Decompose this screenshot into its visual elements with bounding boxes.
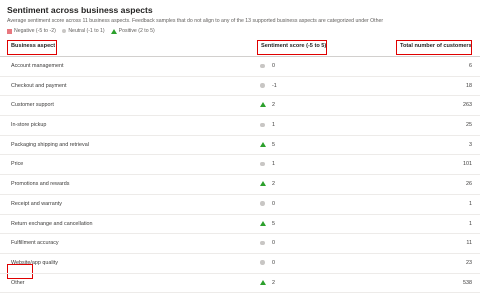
score-cell: 0 <box>272 259 275 266</box>
neutral-dot-icon <box>260 83 265 88</box>
score-cell: 0 <box>272 63 275 69</box>
positive-triangle-icon <box>110 28 117 34</box>
legend: Negative (-5 to -2) Neutral (-1 to 1) Po… <box>7 28 161 34</box>
card-subtitle: Average sentiment score across 11 busine… <box>7 18 384 24</box>
total-cell: 3 <box>469 141 472 148</box>
score-cell: 5 <box>272 220 275 227</box>
aspect-cell: Promotions and rewards <box>11 181 70 188</box>
table-row[interactable]: Return exchange and cancellation 5 1 <box>0 215 480 235</box>
sentiment-indicator <box>260 220 266 226</box>
neutral-dot-icon <box>260 161 265 167</box>
aspect-cell: Receipt and warranty <box>11 200 62 207</box>
sentiment-indicator <box>260 201 265 206</box>
highlight-box-aspect-header <box>7 40 57 55</box>
aspect-cell: Fulfillment accuracy <box>11 240 59 247</box>
total-cell: 1 <box>469 200 472 207</box>
positive-triangle-icon <box>260 181 266 187</box>
legend-positive-label: Positive (2 to 5) <box>118 28 155 34</box>
highlight-box-total-header <box>396 40 472 55</box>
positive-triangle-icon <box>260 220 266 226</box>
table-row[interactable]: Fulfillment accuracy 0 11 <box>0 234 480 254</box>
sentiment-indicator <box>260 181 266 187</box>
legend-negative: Negative (-5 to -2) <box>7 28 56 34</box>
score-cell: 2 <box>272 102 275 109</box>
neutral-dot-icon <box>260 201 265 206</box>
table-row[interactable]: Receipt and warranty 0 1 <box>0 195 480 215</box>
neutral-dot-icon <box>260 63 265 68</box>
score-cell: -1 <box>272 82 277 89</box>
neutral-dot-icon <box>260 240 265 246</box>
total-cell: 101 <box>463 161 472 168</box>
aspect-cell: Account management <box>11 63 64 69</box>
table-row[interactable]: Promotions and rewards 2 26 <box>0 175 480 195</box>
total-cell: 23 <box>466 259 472 266</box>
sentiment-indicator <box>260 122 265 128</box>
legend-neutral: Neutral (-1 to 1) <box>61 28 105 34</box>
score-cell: 0 <box>272 200 275 207</box>
sentiment-indicator <box>260 102 266 108</box>
table-row[interactable]: Checkout and payment -1 18 <box>0 77 480 97</box>
card-title: Sentiment across business aspects <box>7 5 153 15</box>
total-cell: 25 <box>466 122 472 129</box>
table-row[interactable]: Price 1 101 <box>0 155 480 176</box>
sentiment-indicator <box>260 260 265 265</box>
negative-square-icon <box>7 28 12 34</box>
table-row[interactable]: Packaging shipping and retrieval 5 3 <box>0 136 480 156</box>
table-row[interactable]: Account management 0 6 <box>0 57 480 77</box>
sentiment-indicator <box>260 141 266 147</box>
total-cell: 6 <box>469 63 472 69</box>
total-cell: 26 <box>466 181 472 188</box>
total-cell: 11 <box>466 240 472 247</box>
aspect-cell: Price <box>11 161 24 168</box>
positive-triangle-icon <box>260 102 266 108</box>
table-row[interactable]: Customer support 2 263 <box>0 96 480 117</box>
sentiment-card: Sentiment across business aspects Averag… <box>0 0 480 293</box>
aspect-cell: Customer support <box>11 102 54 109</box>
sentiment-indicator <box>260 240 265 246</box>
positive-triangle-icon <box>260 141 266 147</box>
table-body: Account management 0 6 Checkout and payment… <box>0 57 480 293</box>
sentiment-indicator <box>260 161 265 167</box>
table-row[interactable]: In-store pickup 1 25 <box>0 116 480 136</box>
table-row[interactable]: Website/app quality 0 23 <box>0 254 480 274</box>
sentiment-indicator <box>260 279 266 285</box>
aspect-cell: Return exchange and cancellation <box>11 220 93 227</box>
sentiment-indicator <box>260 63 265 68</box>
neutral-dot-icon <box>260 122 265 128</box>
aspect-cell: Checkout and payment <box>11 82 67 89</box>
table-row[interactable]: Other 2 538 <box>0 274 480 293</box>
sentiment-indicator <box>260 83 265 88</box>
aspect-cell: Packaging shipping and retrieval <box>11 141 89 148</box>
positive-triangle-icon <box>260 279 266 285</box>
legend-positive: Positive (2 to 5) <box>110 28 155 34</box>
neutral-dot-icon <box>260 260 265 265</box>
legend-negative-label: Negative (-5 to -2) <box>14 28 56 34</box>
total-cell: 263 <box>463 102 472 109</box>
score-cell: 5 <box>272 141 275 148</box>
score-cell: 1 <box>272 161 275 168</box>
neutral-dot-icon <box>61 28 67 34</box>
legend-neutral-label: Neutral (-1 to 1) <box>68 28 105 34</box>
aspect-cell: Website/app quality <box>11 259 58 266</box>
score-cell: 0 <box>272 240 275 247</box>
highlight-box-score-header <box>257 40 327 55</box>
total-cell: 18 <box>466 82 472 89</box>
score-cell: 1 <box>272 122 275 129</box>
score-cell: 2 <box>272 181 275 188</box>
total-cell: 1 <box>469 220 472 227</box>
aspect-cell: In-store pickup <box>11 122 47 129</box>
